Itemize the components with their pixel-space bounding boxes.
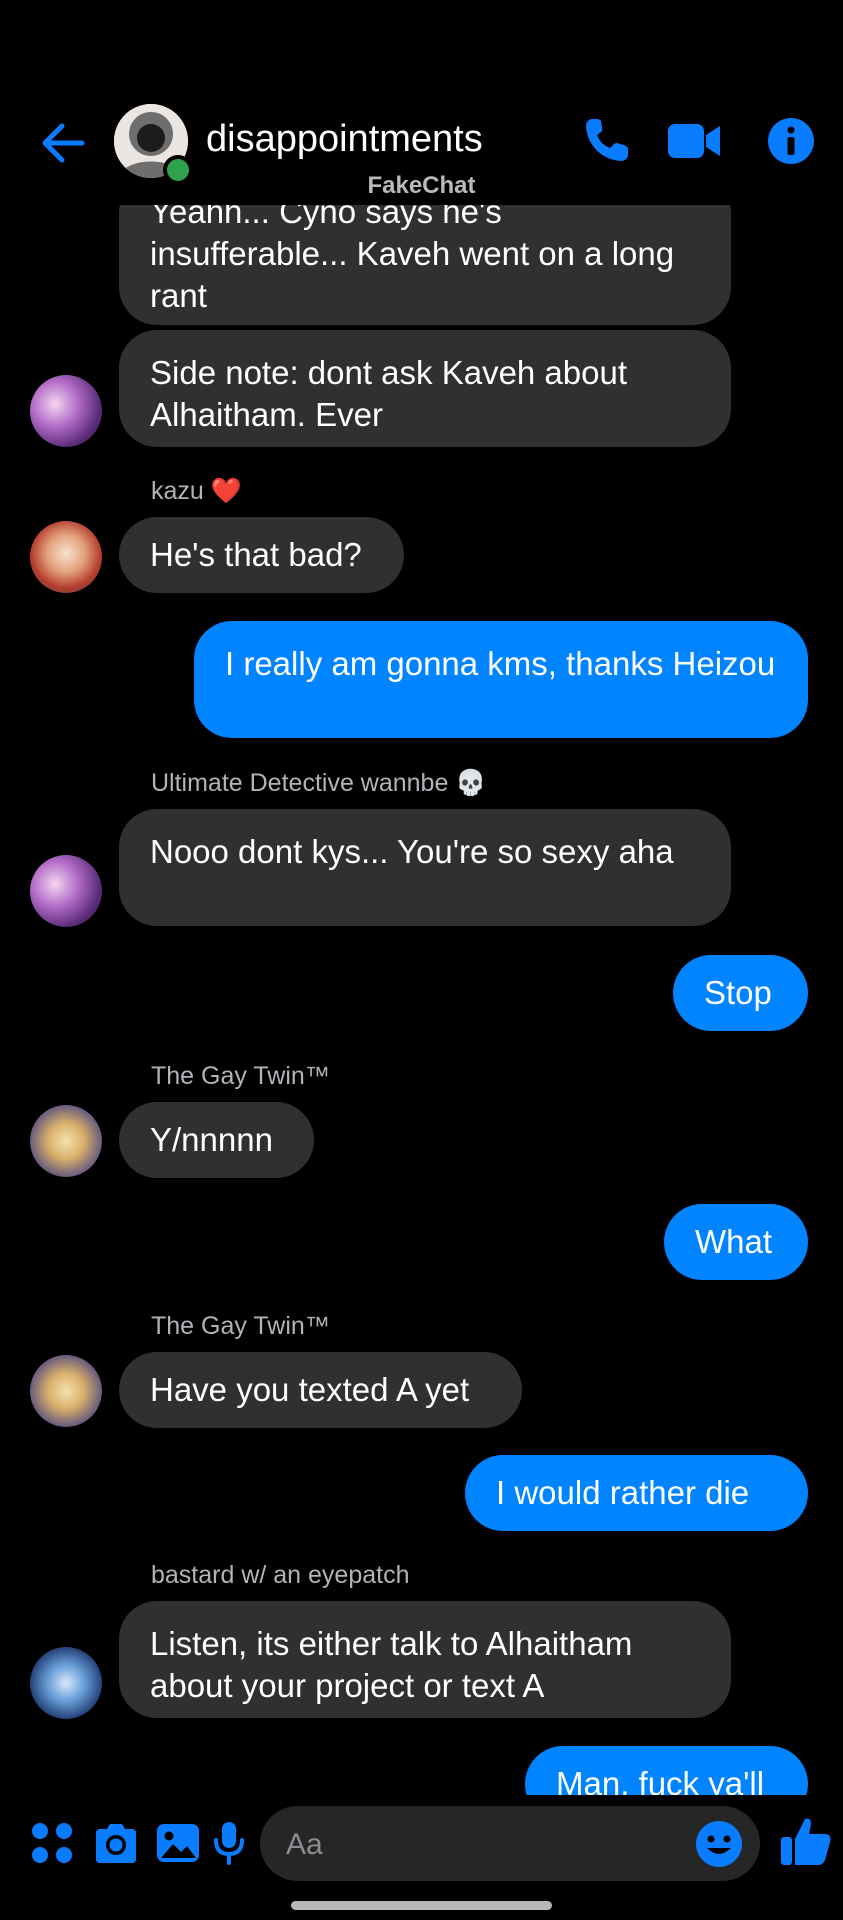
message-bubble[interactable]: He's that bad? (119, 517, 404, 593)
watermark: FakeChat (367, 172, 476, 199)
message-bubble[interactable]: Have you texted A yet (119, 1352, 522, 1428)
avatar[interactable] (30, 1647, 102, 1719)
info-icon[interactable] (765, 115, 821, 167)
message-bubble[interactable]: Y/nnnnn (119, 1102, 314, 1178)
message-bubble[interactable]: I really am gonna kms, thanks Heizou (194, 621, 808, 738)
gallery-icon[interactable] (152, 1817, 204, 1869)
apps-grid-icon[interactable] (26, 1817, 78, 1869)
sender-name: The Gay Twin™ (151, 1062, 330, 1090)
sender-name: kazu ❤️ (151, 477, 242, 505)
message-bubble[interactable]: Side note: dont ask Kaveh about Alhaitha… (119, 330, 731, 447)
message-bubble[interactable]: I would rather die (465, 1455, 808, 1531)
message-bubble[interactable]: Stop (673, 955, 808, 1031)
chat-title[interactable]: disappointments (206, 118, 483, 161)
avatar[interactable] (30, 855, 102, 927)
message-bubble[interactable]: Nooo dont kys... You're so sexy aha (119, 809, 731, 926)
back-arrow-icon[interactable] (38, 118, 88, 168)
chat-screen: Yeahh... Cyno says he's insufferable... … (0, 0, 843, 1920)
avatar[interactable] (30, 521, 102, 593)
avatar[interactable] (30, 1355, 102, 1427)
camera-icon[interactable] (90, 1817, 142, 1869)
message-bubble[interactable]: Listen, its either talk to Alhaitham abo… (119, 1601, 731, 1718)
sender-name: bastard w/ an eyepatch (151, 1561, 410, 1589)
message-input-pill[interactable] (260, 1806, 760, 1883)
phone-icon[interactable] (580, 115, 636, 167)
sender-name: Ultimate Detective wannbe 💀 (151, 769, 487, 797)
message-input[interactable] (284, 1806, 678, 1883)
video-camera-icon[interactable] (666, 115, 722, 167)
chat-header: disappointments FakeChat (0, 0, 843, 205)
thumbs-up-icon[interactable] (778, 1813, 834, 1869)
message-bubble[interactable]: Man, fuck ya'll (525, 1746, 808, 1795)
emoji-icon[interactable] (694, 1819, 744, 1869)
avatar[interactable] (30, 375, 102, 447)
sender-name: The Gay Twin™ (151, 1312, 330, 1340)
avatar[interactable] (30, 1105, 102, 1177)
microphone-icon[interactable] (212, 1817, 246, 1869)
home-indicator[interactable] (291, 1901, 552, 1910)
message-bubble[interactable]: What (664, 1204, 808, 1280)
message-list[interactable]: Yeahh... Cyno says he's insufferable... … (0, 0, 843, 1795)
